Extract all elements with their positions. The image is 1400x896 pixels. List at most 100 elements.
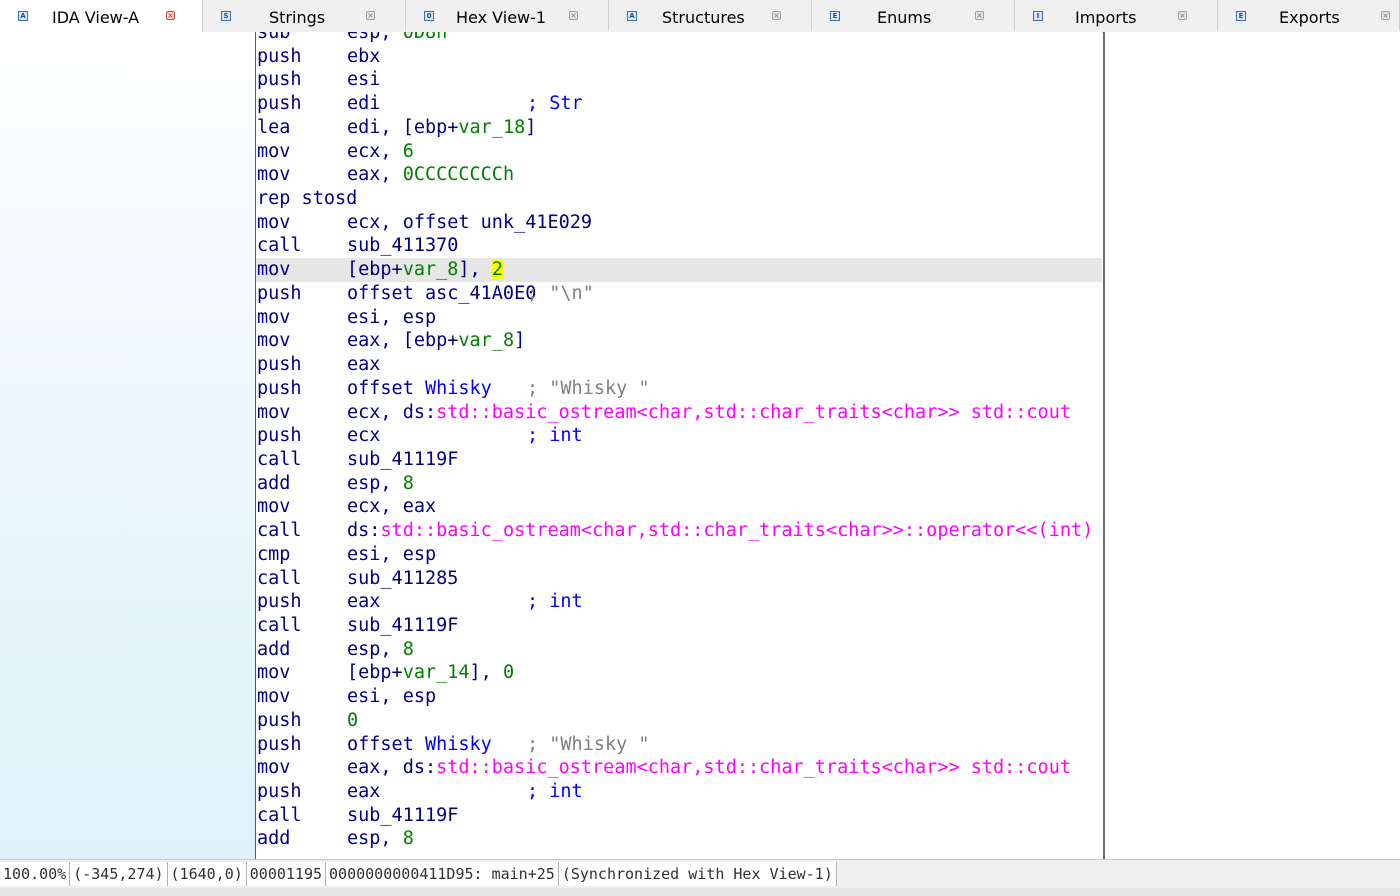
tab-enums[interactable]: E Enums × [812, 0, 1015, 31]
disasm-line[interactable]: add esp, 8 [256, 638, 1102, 662]
tab-label: IDA View-A [52, 8, 140, 27]
number-token[interactable]: 0D8h [403, 32, 448, 43]
disasm-line[interactable]: push eax ; int [256, 780, 1102, 804]
mnemonic: push [257, 781, 302, 803]
operands: esp, 8 [347, 638, 414, 662]
disasm-line[interactable]: mov eax, ds:std::basic_ostream<char,std::… [256, 756, 1102, 780]
operands: sub_411370 [347, 234, 458, 258]
disasm-line[interactable]: call sub_411370 [256, 234, 1102, 258]
disasm-line[interactable]: call sub_411285 [256, 567, 1102, 591]
mnemonic: call [257, 235, 302, 257]
tab-strings[interactable]: S Strings × [203, 0, 406, 31]
graph-background-left[interactable] [0, 32, 255, 859]
disasm-line[interactable]: sub esp, 0D8h [256, 32, 1102, 45]
disasm-line[interactable]: mov eax, [ebp+var_8] [256, 329, 1102, 353]
comment: ; Str [527, 93, 583, 115]
number-token[interactable]: 0 [503, 662, 514, 683]
number-token[interactable]: 8 [403, 828, 414, 849]
mnemonic: sub [257, 32, 291, 43]
disassembly-listing[interactable]: sub esp, 0D8h push ebx push esi push edi; Str le… [256, 32, 1102, 859]
mnemonic: push [257, 282, 302, 304]
operand-token: eax [347, 354, 381, 376]
number-token[interactable]: 2 [491, 259, 503, 281]
disasm-line[interactable]: call sub_41119F [256, 614, 1102, 638]
operands: [ebp+var_14], 0 [347, 661, 514, 685]
symbol-token[interactable]: std::basic_ostream<char,std::char_traits… [436, 757, 1071, 778]
status-address: 0000000000411D95: main+25 [326, 862, 559, 886]
variable-token[interactable]: var_18 [458, 117, 525, 138]
disasm-line[interactable]: call sub_41119F [256, 448, 1102, 472]
disasm-line[interactable]: mov esi, esp [256, 306, 1102, 330]
operand-token: eax, [347, 164, 403, 186]
disasm-line[interactable]: push eax [256, 353, 1102, 377]
symbol-token[interactable]: std::basic_ostream<char,std::char_traits… [436, 402, 1071, 423]
disasm-line[interactable]: add esp, 8 [256, 472, 1102, 496]
number-token[interactable]: 0 [347, 710, 358, 731]
tab-exports[interactable]: E Exports × [1218, 0, 1400, 31]
disasm-line[interactable]: cmp esi, esp [256, 543, 1102, 567]
tab-imports[interactable]: I Imports × [1015, 0, 1218, 31]
number-token[interactable]: 8 [403, 639, 414, 660]
number-token[interactable]: 6 [403, 141, 414, 162]
disasm-line[interactable]: push edi ; Str [256, 92, 1102, 116]
operands: eax, ds:std::basic_ostream<char,std::cha… [347, 756, 1071, 780]
operand-token: edi, [ebp+ [347, 116, 459, 138]
variable-token[interactable]: var_8 [403, 259, 459, 280]
tab-ida-view-a[interactable]: A IDA View-A × [0, 0, 203, 32]
disasm-line[interactable]: mov ecx, 6 [256, 140, 1102, 164]
disasm-line[interactable]: push ecx ; int [256, 424, 1102, 448]
close-tab-icon[interactable]: × [569, 11, 578, 20]
operand-token: offset [347, 733, 425, 755]
disasm-line[interactable]: add esp, 8 [256, 827, 1102, 851]
close-tab-icon[interactable]: × [166, 11, 175, 20]
disasm-line[interactable]: mov esi, esp [256, 685, 1102, 709]
disasm-line[interactable]: mov eax, 0CCCCCCCCh [256, 163, 1102, 187]
disasm-line[interactable]: call ds:std::basic_ostream<char,std::char… [256, 519, 1102, 543]
mnemonic: call [257, 520, 302, 542]
tab-structures[interactable]: A Structures × [609, 0, 812, 31]
operands: offset Whisky [347, 733, 492, 757]
mnemonic: call [257, 804, 302, 826]
close-tab-icon[interactable]: × [366, 11, 375, 20]
name-token[interactable]: Whisky [425, 734, 492, 755]
operand-token: ecx, ds: [347, 401, 437, 423]
operand-token: sub_41119F [347, 615, 459, 636]
disasm-line[interactable]: push ebx [256, 45, 1102, 69]
operands: sub_41119F [347, 614, 458, 638]
disasm-line[interactable]: push offset asc_41A0E0; "\n" [256, 282, 1102, 306]
disasm-line[interactable]: mov ecx, eax [256, 495, 1102, 519]
disasm-line[interactable]: mov [ebp+var_14], 0 [256, 661, 1102, 685]
operands: eax, [ebp+var_8] [347, 329, 525, 353]
operand-token: eax, [ebp+ [347, 330, 459, 352]
disasm-line[interactable]: lea edi, [ebp+var_18] [256, 116, 1102, 140]
disasm-line[interactable]: push offset Whisky ; "Whisky " [256, 377, 1102, 401]
mnemonic: mov [257, 140, 291, 162]
disasm-line[interactable]: mov ecx, ds:std::basic_ostream<char,std::… [256, 401, 1102, 425]
graph-background-right[interactable] [1103, 32, 1400, 859]
close-tab-icon[interactable]: × [1178, 11, 1187, 20]
variable-token[interactable]: var_8 [458, 330, 514, 351]
operands: ecx, ds:std::basic_ostream<char,std::cha… [347, 401, 1071, 425]
disasm-line[interactable]: push 0 [256, 709, 1102, 733]
disasm-line[interactable]: rep stosd [256, 187, 1102, 211]
disasm-line[interactable]: push eax ; int [256, 590, 1102, 614]
number-token[interactable]: 0CCCCCCCCh [403, 164, 514, 185]
disasm-line[interactable]: push offset Whisky ; "Whisky " [256, 733, 1102, 757]
disasm-line[interactable]: push esi [256, 68, 1102, 92]
close-tab-icon[interactable]: × [772, 11, 781, 20]
disasm-line[interactable]: mov ecx, offset unk_41E029 [256, 211, 1102, 235]
mnemonic: push [257, 425, 302, 447]
close-tab-icon[interactable]: × [1381, 11, 1390, 20]
number-token[interactable]: 8 [403, 473, 414, 494]
operands: eax [347, 353, 380, 377]
tab-hex-view-1[interactable]: 0 Hex View-1 × [406, 0, 609, 31]
operands: eax [347, 590, 380, 614]
disasm-line[interactable]: mov [ebp+var_8], 2 [256, 258, 1102, 282]
close-tab-icon[interactable]: × [975, 11, 984, 20]
name-token[interactable]: Whisky [425, 378, 492, 399]
tab-label: Hex View-1 [456, 8, 547, 27]
variable-token[interactable]: var_14 [403, 662, 470, 683]
disasm-line[interactable]: call sub_41119F [256, 804, 1102, 828]
operands: esi, esp [347, 306, 436, 330]
symbol-token[interactable]: std::basic_ostream<char,std::char_traits… [380, 520, 1093, 541]
